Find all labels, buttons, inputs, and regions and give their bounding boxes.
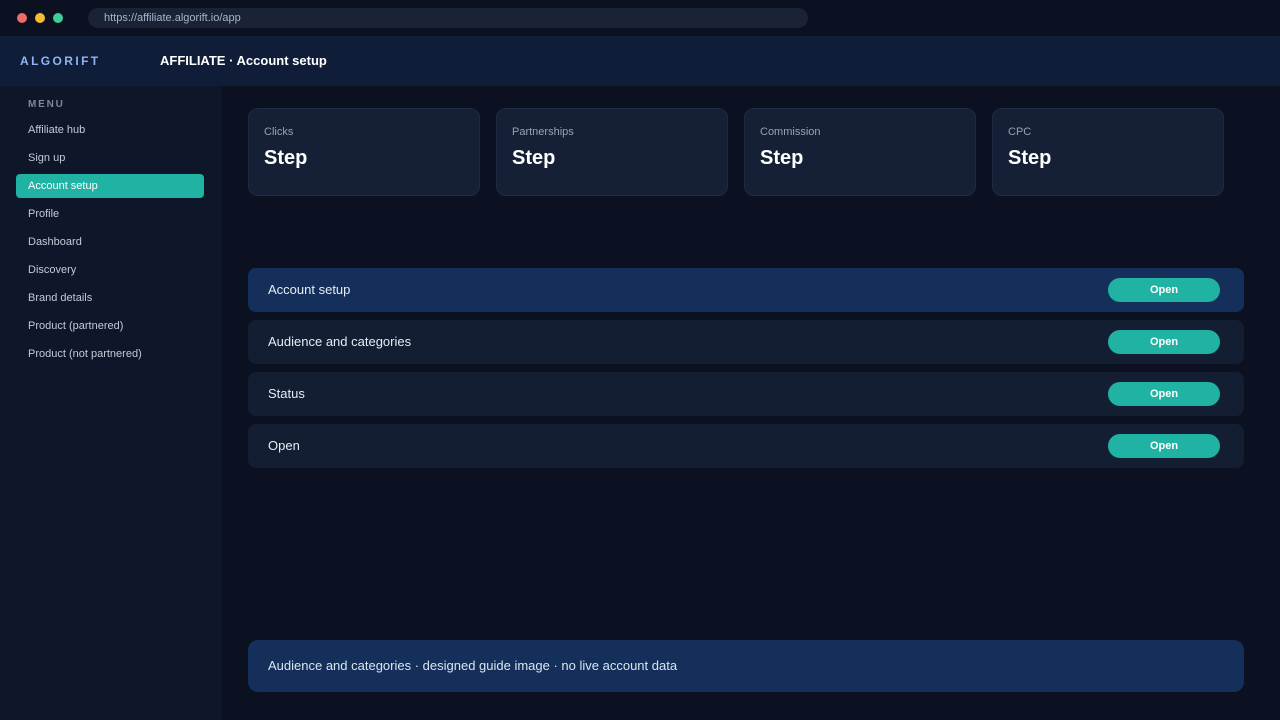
step-row-label: Account setup [268, 282, 351, 297]
open-button[interactable]: Open [1108, 278, 1220, 302]
stat-card-commission: Commission Step [744, 108, 976, 196]
page-title: AFFILIATE · Account setup [160, 53, 327, 68]
sidebar-item-product-not-partnered[interactable]: Product (not partnered) [16, 342, 204, 366]
sidebar-item-sign-up[interactable]: Sign up [16, 146, 204, 170]
sidebar: MENU Affiliate hub Sign up Account setup… [0, 86, 222, 720]
step-row-label: Open [268, 438, 300, 453]
sidebar-item-dashboard[interactable]: Dashboard [16, 230, 204, 254]
stat-card-value: Step [760, 147, 804, 169]
stat-card-label: Commission [760, 126, 821, 138]
step-row-label: Audience and categories [268, 334, 412, 349]
maximize-window-dot[interactable] [53, 13, 63, 23]
stat-card-value: Step [264, 147, 308, 169]
sidebar-item-discovery[interactable]: Discovery [16, 258, 204, 282]
step-row-account-setup[interactable]: Account setup Open [248, 268, 1244, 312]
step-row-label: Status [268, 386, 305, 401]
sidebar-item-brand-details[interactable]: Brand details [16, 286, 204, 310]
guide-footer-note: Audience and categories · designed guide… [248, 640, 1244, 692]
step-row-open[interactable]: Open Open [248, 424, 1244, 468]
stat-card-value: Step [1008, 147, 1052, 169]
step-row-status[interactable]: Status Open [248, 372, 1244, 416]
minimize-window-dot[interactable] [35, 13, 45, 23]
menu-heading: MENU [28, 99, 65, 110]
sidebar-item-profile[interactable]: Profile [16, 202, 204, 226]
url-bar[interactable]: https://affiliate.algorift.io/app [88, 8, 808, 28]
stat-card-cpc: CPC Step [992, 108, 1224, 196]
stat-card-clicks: Clicks Step [248, 108, 480, 196]
sidebar-nav: Affiliate hub Sign up Account setup Prof… [16, 118, 204, 370]
open-button[interactable]: Open [1108, 434, 1220, 458]
sidebar-item-account-setup[interactable]: Account setup [16, 174, 204, 198]
app-header: ALGORIFT AFFILIATE · Account setup [0, 36, 1280, 86]
stat-card-partnerships: Partnerships Step [496, 108, 728, 196]
open-button[interactable]: Open [1108, 330, 1220, 354]
sidebar-item-affiliate-hub[interactable]: Affiliate hub [16, 118, 204, 142]
sidebar-item-product-partnered[interactable]: Product (partnered) [16, 314, 204, 338]
stat-card-label: Clicks [264, 126, 294, 138]
browser-chrome: https://affiliate.algorift.io/app [0, 0, 1280, 36]
close-window-dot[interactable] [17, 13, 27, 23]
stat-card-value: Step [512, 147, 556, 169]
stat-card-label: Partnerships [512, 126, 574, 138]
open-button[interactable]: Open [1108, 382, 1220, 406]
brand-logo[interactable]: ALGORIFT [20, 36, 101, 86]
step-row-audience-and-categories[interactable]: Audience and categories Open [248, 320, 1244, 364]
stat-card-label: CPC [1008, 126, 1032, 138]
